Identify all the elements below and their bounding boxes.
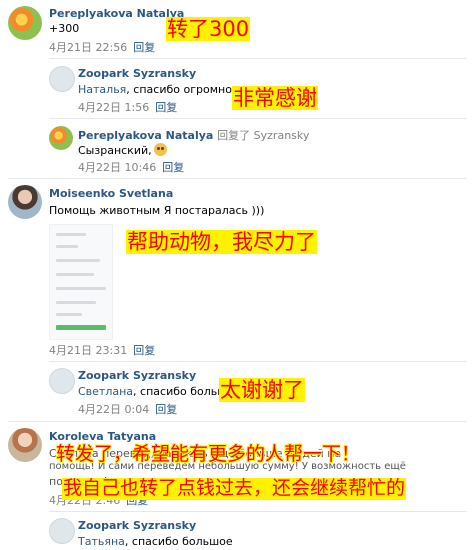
comment-body: , спасибо большое xyxy=(124,535,233,548)
translation-overlay: 太谢谢了 xyxy=(219,378,305,403)
comment-date[interactable]: 4月22日 0:04 xyxy=(78,403,149,416)
comment-author[interactable]: Zoopark Syzransky xyxy=(78,369,196,382)
translation-overlay: 转发了，希望能有更多的人帮一下！ xyxy=(56,443,361,465)
reply-button[interactable]: 回复 xyxy=(133,344,155,357)
comment-body: , спасибо огромное xyxy=(126,83,239,96)
comment-author[interactable]: Moiseenko Svetlana xyxy=(49,187,173,200)
comment-author[interactable]: Pereplyakova Natalya xyxy=(49,7,184,20)
comment-date[interactable]: 4月22日 10:46 xyxy=(78,161,156,174)
comment-date[interactable]: 4月22日 1:56 xyxy=(78,101,149,114)
comment-author[interactable]: Koroleva Tatyana xyxy=(49,430,156,443)
mention-link[interactable]: Татьяна xyxy=(78,535,125,548)
comment-date[interactable]: 4月21日 23:31 xyxy=(49,344,127,357)
comment-author: Pereplyakova Natalya 回复了 Syzransky xyxy=(78,127,309,143)
avatar[interactable] xyxy=(8,6,42,40)
avatar[interactable] xyxy=(49,66,75,92)
screenshot-detail xyxy=(56,233,86,236)
translation-overlay: 帮助动物，我尽力了 xyxy=(126,230,317,255)
avatar[interactable] xyxy=(49,518,75,544)
reply-to-label[interactable]: 回复了 Syzransky xyxy=(217,129,309,142)
comment-meta: 4月22日 1:56 回复 xyxy=(78,99,177,115)
avatar[interactable] xyxy=(8,185,42,219)
comment-text: +300 xyxy=(49,22,80,35)
comment-meta: 4月21日 23:31 回复 xyxy=(49,342,155,358)
avatar[interactable] xyxy=(49,126,73,150)
mention-link[interactable]: Светлана xyxy=(78,385,133,398)
author-link[interactable]: Pereplyakova Natalya xyxy=(78,129,213,142)
attached-screenshot[interactable] xyxy=(49,224,113,340)
reply-button[interactable]: 回复 xyxy=(133,41,155,54)
comment-meta: 4月22日 10:46 回复 xyxy=(78,159,184,175)
comment-text: Светлана, спасибо большое xyxy=(78,385,241,398)
comment-author[interactable]: Zoopark Syzransky xyxy=(78,67,196,80)
screenshot-detail xyxy=(56,287,106,290)
screenshot-detail xyxy=(56,259,100,262)
reply-button[interactable]: 回复 xyxy=(155,403,177,416)
comment-meta: 4月22日 0:04 回复 xyxy=(78,401,177,417)
divider xyxy=(49,118,467,119)
translation-overlay: 非常感谢 xyxy=(232,86,318,111)
comment-text: Сызранский, xyxy=(78,143,167,157)
divider xyxy=(8,421,467,422)
avatar[interactable] xyxy=(49,368,75,394)
screenshot-detail xyxy=(56,301,96,304)
mention-link[interactable]: Наталья xyxy=(78,83,126,96)
avatar[interactable] xyxy=(8,428,42,462)
smiling-face-icon xyxy=(153,143,167,156)
divider xyxy=(8,178,467,179)
reply-button[interactable]: 回复 xyxy=(162,161,184,174)
comment-meta: 4月21日 22:56 回复 xyxy=(49,39,155,55)
comment-text: Татьяна, спасибо большое xyxy=(78,535,233,548)
divider xyxy=(49,58,467,59)
screenshot-detail xyxy=(56,313,82,316)
comment-body: Сызранский, xyxy=(78,144,152,157)
comment-author[interactable]: Zoopark Syzransky xyxy=(78,519,196,532)
comment-text: Наталья, спасибо огромное xyxy=(78,83,239,96)
comment-text: Помощь животным Я постаралась ))) xyxy=(49,204,265,217)
screenshot-detail xyxy=(56,245,78,248)
divider xyxy=(49,361,467,362)
comment-date[interactable]: 4月21日 22:56 xyxy=(49,41,127,54)
screenshot-detail xyxy=(56,325,106,330)
divider xyxy=(49,511,467,512)
reply-button[interactable]: 回复 xyxy=(155,101,177,114)
screenshot-detail xyxy=(56,273,94,276)
translation-overlay: 转了300 xyxy=(166,17,251,42)
translation-overlay: 我自己也转了点钱过去，还会继续帮忙的 xyxy=(62,477,407,500)
